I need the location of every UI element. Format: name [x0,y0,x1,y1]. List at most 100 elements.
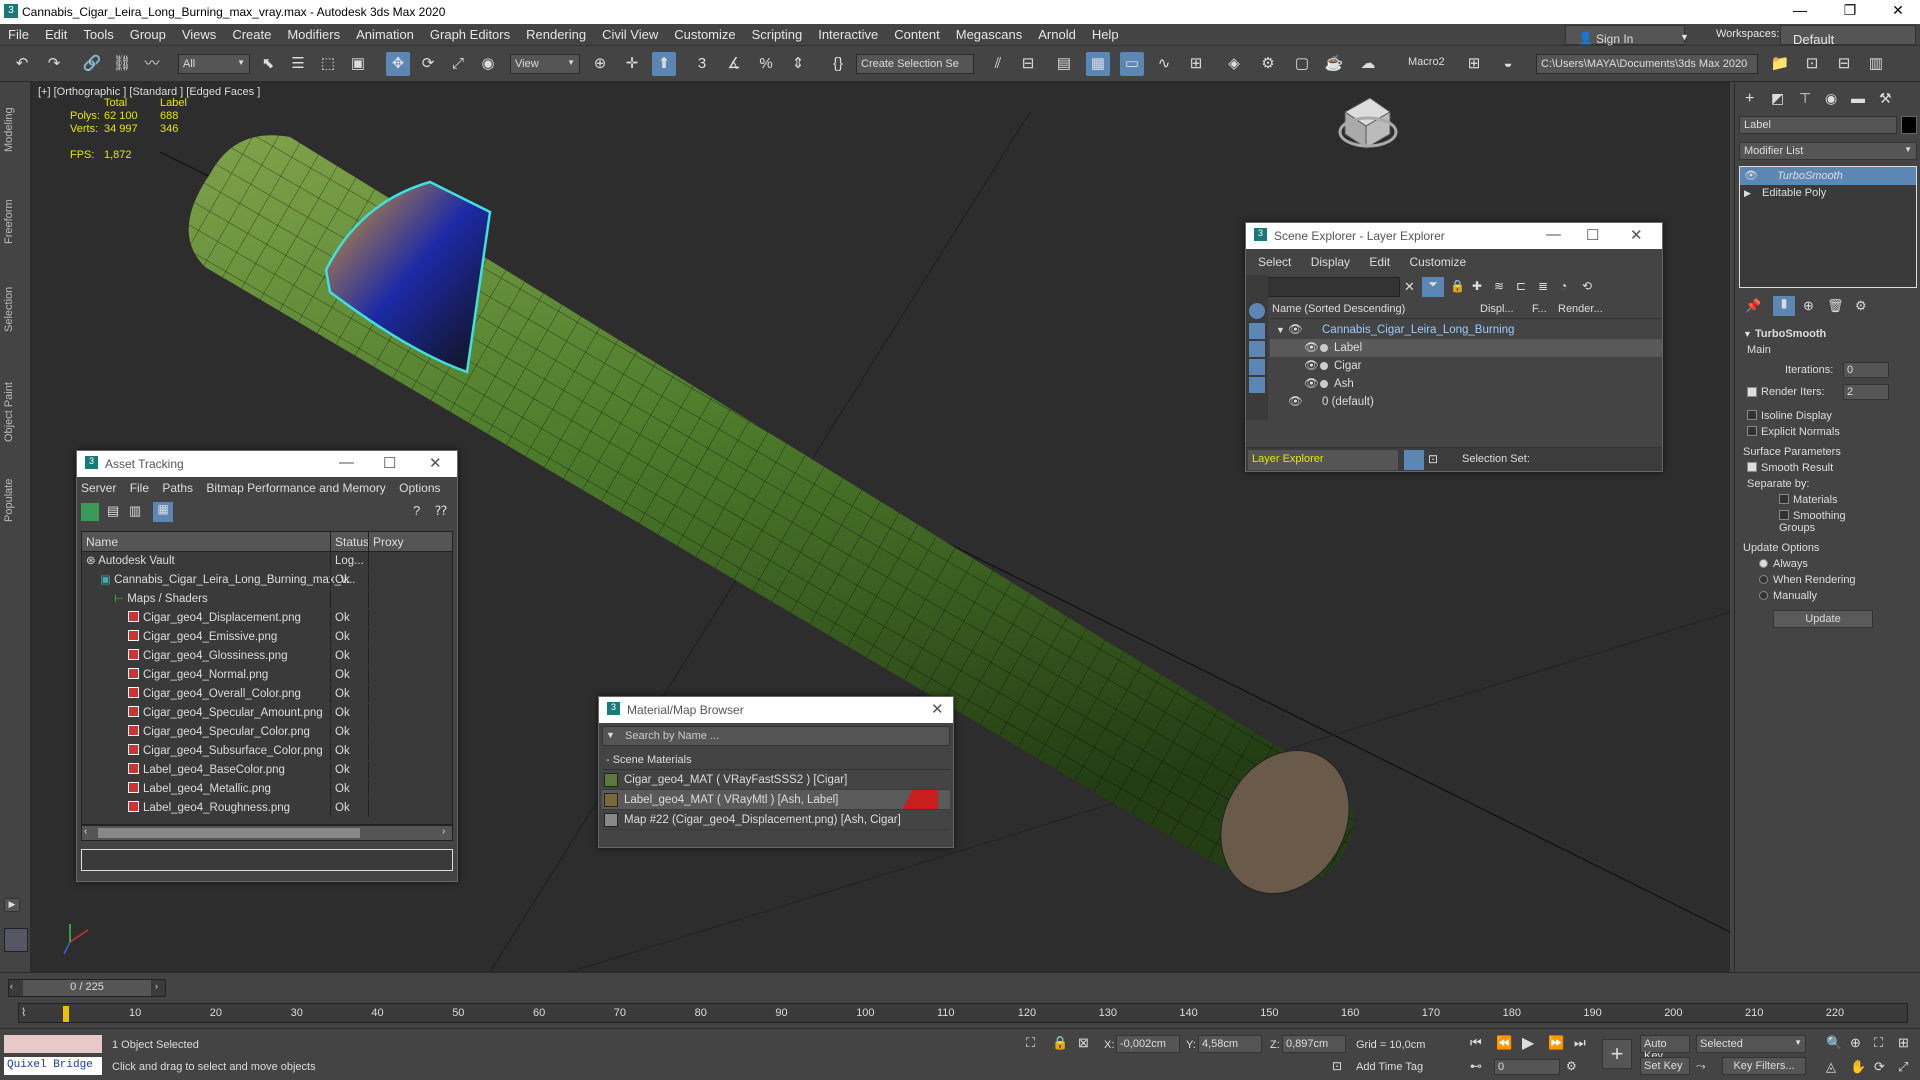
menu-edit[interactable]: Edit [37,24,75,42]
add-layer-icon[interactable]: ✚ [1472,279,1482,293]
material-editor-icon[interactable]: ◈ [1222,52,1246,76]
track-bar[interactable]: ⌇ 10 20 30 40 50 60 70 80 90 100 110 120 130 140 150 16… [18,1003,1908,1023]
close-icon[interactable]: ✕ [1630,226,1643,244]
unlink-icon[interactable]: ⛓ [110,52,134,76]
menu-interactive[interactable]: Interactive [810,24,886,42]
render-production-icon[interactable]: ☕ [1322,52,1346,76]
horizontal-scrollbar[interactable]: ‹ › [81,825,453,841]
menu-edit[interactable]: Edit [1369,255,1390,269]
pivot-icon[interactable]: ⊕ [588,52,612,76]
orbit-icon[interactable]: ⟳ [1874,1059,1885,1075]
asset-row[interactable]: Label_geo4_Roughness.png Ok [82,799,452,818]
menu-help[interactable]: Help [1084,24,1127,42]
menu-scripting[interactable]: Scripting [744,24,811,42]
materials-checkbox[interactable] [1779,494,1789,504]
angle-snap-icon[interactable]: ∡ [722,52,746,76]
scale-icon[interactable]: ⤢ [446,52,470,76]
time-config-icon[interactable]: ⚙ [1566,1059,1577,1073]
pin-stack-icon[interactable]: 📌 [1745,298,1761,314]
select-object-icon[interactable]: ⬉ [256,52,280,76]
col-status[interactable]: Status [330,532,373,552]
menu-animation[interactable]: Animation [348,24,422,42]
curve-editor-icon[interactable]: ∿ [1152,52,1176,76]
material-browser-titlebar[interactable]: 3 Material/Map Browser ✕ [599,697,953,723]
smooth-result-checkbox[interactable] [1747,462,1757,472]
time-tag-icon[interactable]: ⊡ [1332,1059,1342,1073]
object-name-field[interactable]: Label [1739,116,1897,134]
sign-in-dropdown[interactable]: 👤 Sign In ▼ [1565,25,1689,46]
isoline-row[interactable]: Isoline Display [1739,404,1917,424]
restore-icon[interactable]: ❐ [1830,2,1870,19]
auto-key-button[interactable]: Auto Key [1640,1035,1690,1062]
iterations-spinner[interactable]: 0 [1843,362,1889,378]
update-button[interactable]: Update [1773,610,1873,628]
tree-row-label-layer[interactable]: 👁 Label [1270,339,1662,357]
view-cube-icon[interactable] [1338,97,1398,149]
chevron-down-icon[interactable]: ▼ [1276,321,1285,339]
display-cameras-icon[interactable] [1249,359,1265,375]
set-project-icon[interactable]: ⊡ [1800,52,1824,76]
eye-icon[interactable]: 👁 [1744,170,1758,182]
current-frame-marker[interactable] [63,1006,69,1022]
display-tab-icon[interactable]: ▬ [1851,90,1865,106]
refresh-icon[interactable] [81,503,99,521]
col-name[interactable]: Name [86,535,118,549]
fov-icon[interactable]: ◬ [1826,1059,1836,1075]
scene-search-input[interactable] [1250,277,1400,297]
clear-search-icon[interactable]: ✕ [1404,279,1415,295]
eye-icon[interactable]: 👁 [1304,375,1319,393]
isoline-checkbox[interactable] [1747,410,1757,420]
goto-start-icon[interactable]: ⏮ [1470,1035,1482,1051]
zoom-extents-all-icon[interactable]: ⊞ [1898,1035,1909,1051]
zoom-icon[interactable]: 🔍 [1826,1035,1842,1051]
project-path-dropdown[interactable]: C:\Users\MAYA\Documents\3ds Max 2020 [1536,54,1758,74]
tab-modeling[interactable]: Modeling [3,107,15,152]
spinner-snap-icon[interactable]: ⇕ [786,52,810,76]
x-coord-field[interactable]: -0,002cm [1116,1035,1180,1053]
zoom-all-icon[interactable]: ⊕ [1850,1035,1861,1051]
snaps-toggle-icon[interactable]: 3 [690,52,714,76]
rollout-collapse-icon[interactable]: ▼ [1743,329,1752,339]
eye-icon[interactable]: 👁 [1288,393,1303,411]
close-icon[interactable]: ✕ [931,700,944,718]
materials-row[interactable]: Materials [1739,492,1917,508]
menu-server[interactable]: Server [81,481,116,495]
chevron-right-icon[interactable]: › [155,981,158,991]
keyboard-shortcut-override-icon[interactable]: ⬆ [652,52,676,76]
align-icon[interactable]: ⊟ [1016,52,1040,76]
material-item-selected[interactable]: Label_geo4_MAT ( VRayMtl ) [Ash, Label] [602,790,950,810]
scene-explorer-icon[interactable]: ⊡ [1428,452,1438,466]
smoothing-groups-row[interactable]: Smoothing Groups [1739,508,1917,536]
help-extra-icon[interactable]: ⁇ [435,503,447,519]
selection-filter-dropdown[interactable]: All ▼ [178,54,250,74]
zoom-extents-icon[interactable]: ⛶ [1874,1035,1883,1051]
menu-views[interactable]: Views [174,24,224,42]
manually-radio[interactable] [1759,591,1768,600]
hierarchy-tab-icon[interactable]: ⊤ [1799,90,1811,107]
tree-row-cigar-layer[interactable]: 👁 Cigar [1270,357,1662,375]
help-icon[interactable]: ? [413,503,420,518]
select-by-name-icon[interactable]: ☰ [286,52,310,76]
schematic-view-icon[interactable]: ⊞ [1184,52,1208,76]
nest-layer-icon[interactable]: ⊏ [1516,279,1526,293]
list-view-icon[interactable]: ▤ [107,503,119,519]
rect-selection-icon[interactable]: ⬚ [316,52,340,76]
asset-tracking-titlebar[interactable]: 3 Asset Tracking — ☐ ✕ [77,451,457,477]
toolbar-icon-extra[interactable]: ⊟ [1832,52,1856,76]
set-key-big-icon[interactable]: + [1602,1039,1632,1069]
close-icon[interactable]: ✕ [429,454,442,472]
material-search-input[interactable]: ▼ Search by Name ... [602,726,950,746]
move-icon[interactable]: ✥ [386,52,410,76]
create-tab-icon[interactable]: + [1745,90,1754,108]
prev-frame-icon[interactable]: ⏪ [1496,1035,1512,1051]
asset-row[interactable]: Cigar_geo4_Subsurface_Color.png Ok [82,742,452,761]
stack-item-turbosmooth[interactable]: 👁 TurboSmooth [1740,167,1916,185]
explorer-mode-dropdown[interactable]: Layer Explorer [1248,450,1398,470]
utilities-tab-icon[interactable]: ⚒ [1879,90,1892,107]
y-coord-field[interactable]: 4,58cm [1198,1035,1262,1053]
open-folder-icon[interactable]: 📁 [1768,52,1792,76]
tree-row-root-layer[interactable]: ▼ 👁 Cannabis_Cigar_Leira_Long_Burning [1270,321,1662,339]
chevron-right-icon[interactable]: ▶ [1744,188,1751,198]
render-iters-spinner[interactable]: 2 [1843,384,1889,400]
always-row[interactable]: Always [1739,556,1917,572]
